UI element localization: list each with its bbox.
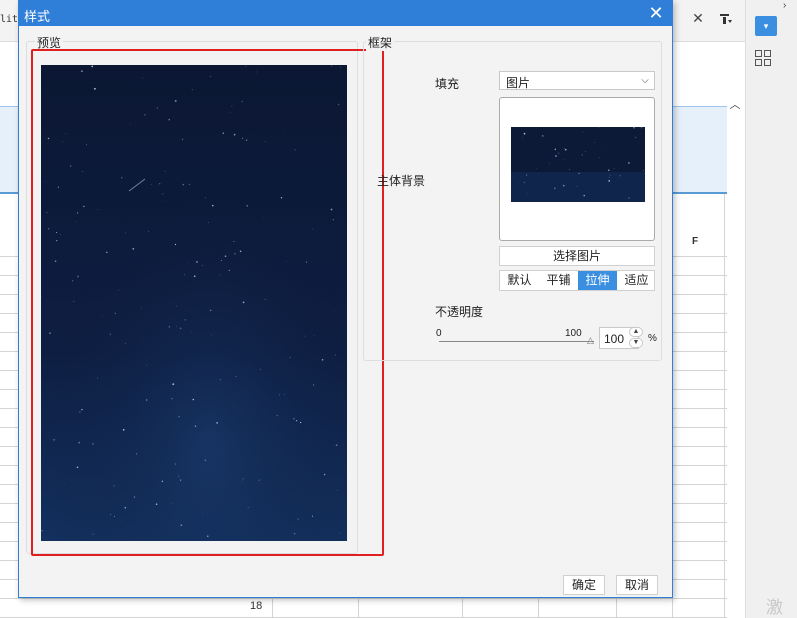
chevron-up-icon[interactable]: ︿ xyxy=(728,98,742,112)
opacity-label: 不透明度 xyxy=(435,305,484,319)
mode-default[interactable]: 默认 xyxy=(500,271,539,290)
mode-fit[interactable]: 适应 xyxy=(617,271,656,290)
opacity-slider[interactable] xyxy=(439,341,594,342)
column-header-f: F xyxy=(692,236,699,247)
frame-legend: 框架 xyxy=(366,34,395,51)
slider-min-label: 0 xyxy=(436,328,442,339)
spin-down-icon[interactable]: ▼ xyxy=(629,338,643,348)
row-number: 18 xyxy=(250,600,263,612)
mode-tile[interactable]: 平铺 xyxy=(539,271,578,290)
highlight-rectangle xyxy=(31,49,384,556)
image-thumbnail-box xyxy=(499,97,655,241)
dialog-title: 样式 xyxy=(24,9,51,24)
fill-select-value: 图片 xyxy=(506,76,531,90)
panel-arrow-icon: › xyxy=(783,0,787,11)
close-icon[interactable]: ✕ xyxy=(646,3,666,23)
percent-sign: % xyxy=(648,333,657,344)
style-dialog: 样式 ✕ 预览 框架 填充 图片 ⌵ 主体背景 选择图片 默认 平铺 拉伸 适应… xyxy=(18,0,673,598)
body-background-label: 主体背景 xyxy=(377,174,426,188)
thumbnail-image xyxy=(511,127,645,202)
chevron-down-icon[interactable]: ⌵ xyxy=(636,72,654,89)
layout-grid-icon[interactable] xyxy=(755,50,771,66)
toolbar-dropdown-icon[interactable] xyxy=(714,10,738,32)
fill-select[interactable]: 图片 ⌵ xyxy=(499,71,655,90)
ok-button[interactable]: 确定 xyxy=(563,575,605,595)
fill-mode-selector: 默认 平铺 拉伸 适应 xyxy=(499,270,655,291)
dialog-titlebar[interactable]: 样式 ✕ xyxy=(19,1,672,26)
activation-watermark: 激活 xyxy=(766,598,783,617)
spin-up-icon[interactable]: ▲ xyxy=(629,327,643,337)
slider-thumb-icon[interactable]: △ xyxy=(587,335,594,346)
fill-label: 填充 xyxy=(435,77,460,91)
right-side-panel xyxy=(745,0,797,618)
opacity-value: 100 xyxy=(604,332,625,346)
slider-max-label: 100 xyxy=(565,328,582,339)
mode-stretch[interactable]: 拉伸 xyxy=(578,271,617,290)
choose-image-button[interactable]: 选择图片 xyxy=(499,246,655,266)
cancel-button[interactable]: 取消 xyxy=(616,575,658,595)
close-icon[interactable]: ✕ xyxy=(689,10,707,30)
panel-dropdown-button[interactable]: ▾ xyxy=(755,16,777,36)
